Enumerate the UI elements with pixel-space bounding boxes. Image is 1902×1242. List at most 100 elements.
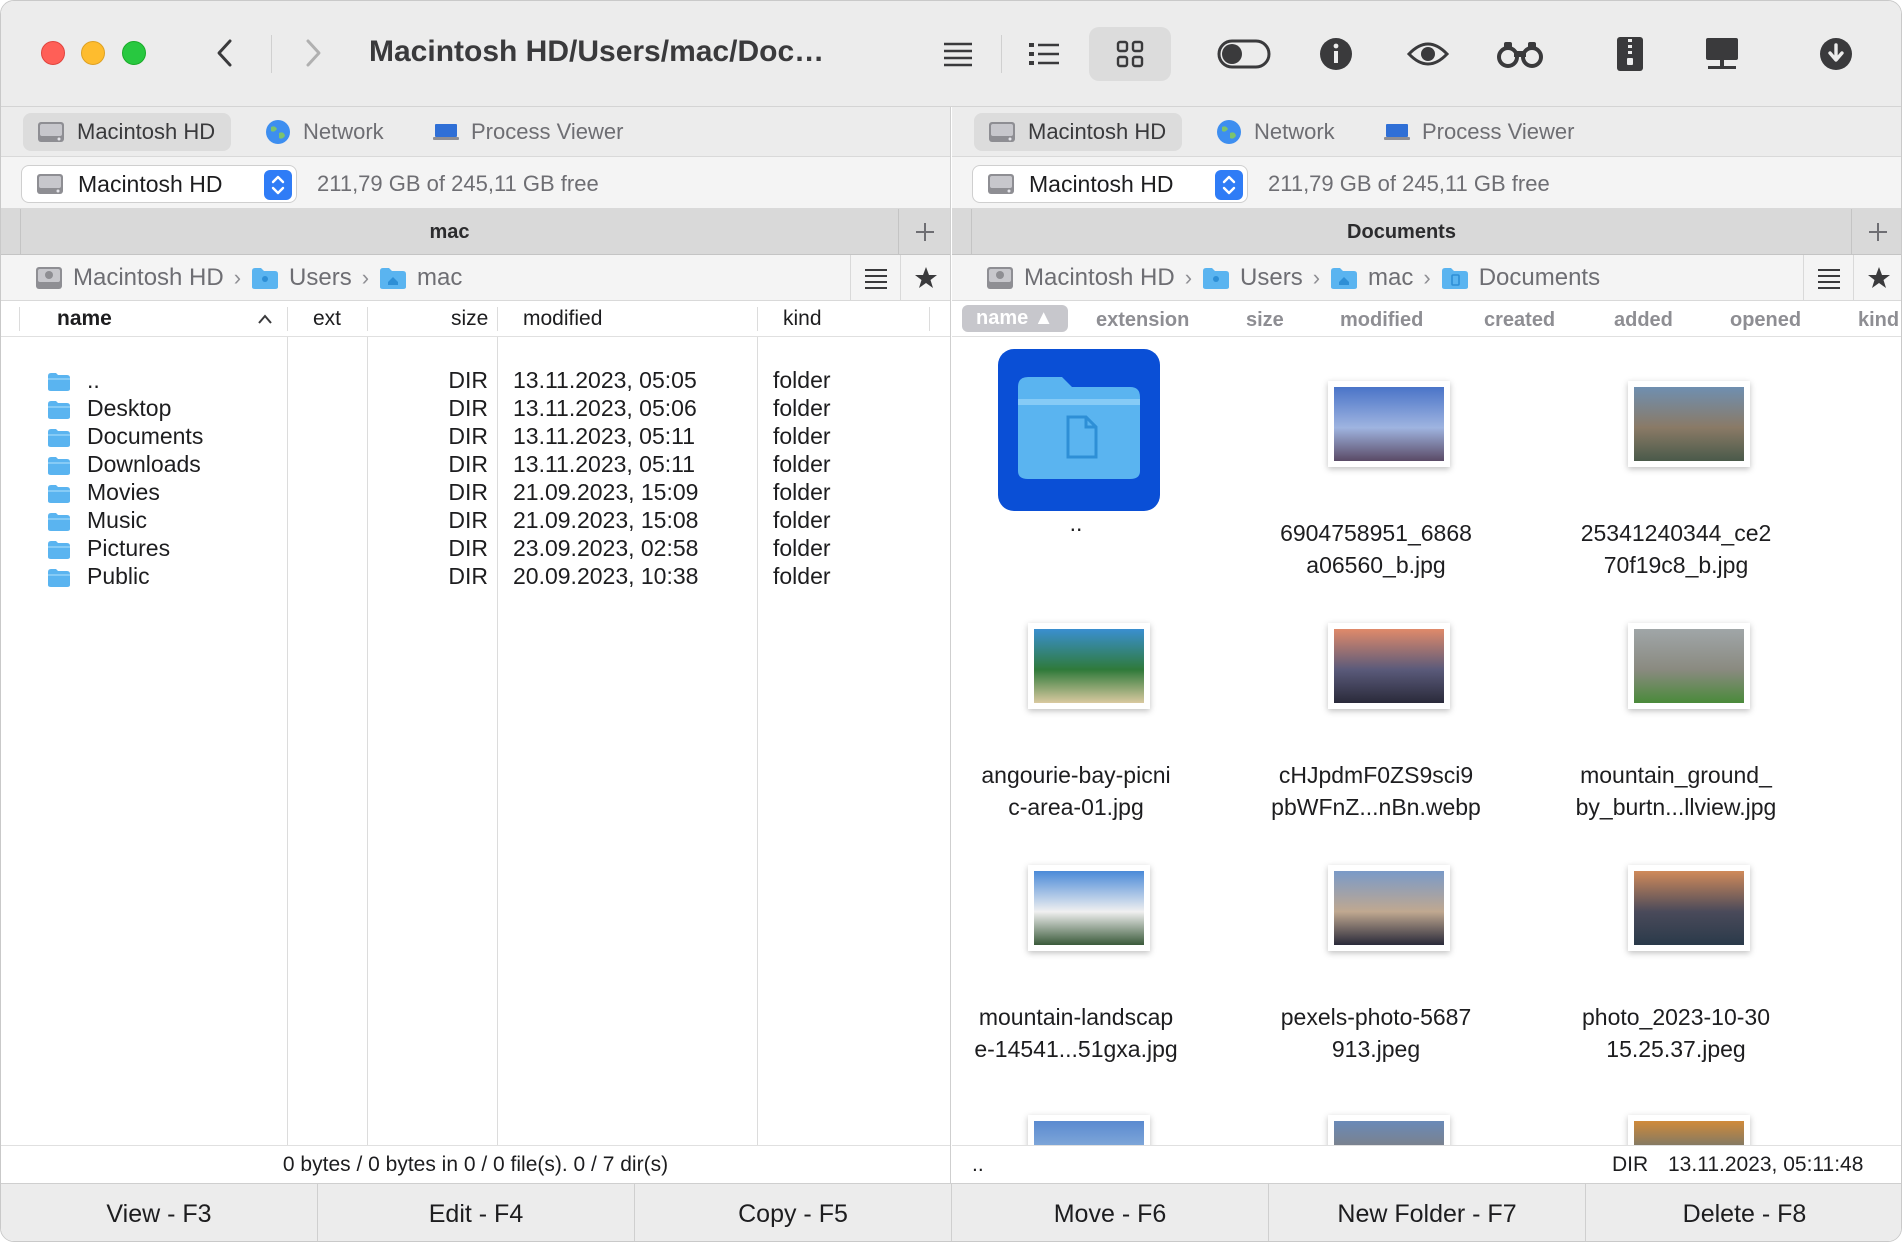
column-created[interactable]: created — [1484, 309, 1555, 332]
breadcrumb: Macintosh HD › Users › mac — [1, 255, 950, 301]
download-button[interactable] — [1795, 27, 1877, 81]
image-thumbnail[interactable] — [1328, 1115, 1450, 1145]
breadcrumb-item[interactable]: mac › — [1330, 264, 1431, 292]
lines-icon — [944, 42, 972, 67]
hidden-files-toggle[interactable] — [1203, 27, 1285, 81]
quick-look-button[interactable] — [1387, 27, 1469, 81]
column-extension[interactable]: extension — [1096, 309, 1189, 332]
file-tile[interactable]: 25341240344_ce2 70f19c8_b.jpg — [1518, 347, 1818, 587]
free-space-label: 211,79 GB of 245,11 GB free — [317, 171, 599, 196]
zoom-window-button[interactable] — [122, 41, 146, 65]
image-thumbnail — [1328, 865, 1450, 951]
breadcrumb-item[interactable]: Macintosh HD › — [986, 264, 1192, 292]
column-name[interactable]: name — [57, 307, 112, 331]
tab-network[interactable]: Network — [251, 113, 400, 151]
column-added[interactable]: added — [1614, 309, 1673, 332]
close-window-button[interactable] — [41, 41, 65, 65]
file-tile[interactable]: mountain-landscap e-14541...51gxa.jpg — [952, 831, 1218, 1071]
volume-select[interactable]: Macintosh HD — [972, 165, 1248, 203]
back-button[interactable] — [205, 31, 245, 75]
network-connect-button[interactable] — [1681, 27, 1763, 81]
info-button[interactable] — [1295, 27, 1377, 81]
image-thumbnail — [1628, 623, 1750, 709]
column-size[interactable]: size — [1246, 309, 1284, 332]
column-size[interactable]: size — [451, 307, 488, 331]
lines-icon — [864, 269, 887, 289]
column-name[interactable]: name ▲ — [962, 305, 1068, 332]
file-name: Music — [87, 507, 148, 533]
volume-stepper[interactable] — [1215, 170, 1243, 200]
brief-view-button[interactable] — [917, 27, 999, 81]
column-modified[interactable]: modified — [523, 307, 602, 331]
search-button[interactable] — [1479, 27, 1561, 81]
updown-chevron-icon — [271, 175, 285, 195]
column-kind[interactable]: kind — [1858, 309, 1899, 332]
function-key-bar: View - F3 Edit - F4 Copy - F5 Move - F6 … — [1, 1183, 1901, 1241]
image-thumbnail — [1328, 623, 1450, 709]
lines-icon — [1817, 269, 1840, 289]
file-kind: folder — [773, 395, 831, 421]
plus-icon — [1868, 223, 1887, 241]
file-tile[interactable]: angourie-bay-picni c-area-01.jpg — [952, 589, 1218, 829]
updown-chevron-icon — [1222, 175, 1236, 195]
new-folder-f7-button[interactable]: New Folder - F7 — [1269, 1184, 1586, 1241]
disk-icon — [988, 174, 1014, 194]
file-tile[interactable]: photo_2023-10-30 15.25.37.jpeg — [1518, 831, 1818, 1071]
edit-f4-button[interactable]: Edit - F4 — [318, 1184, 635, 1241]
file-tile[interactable]: mountain_ground_ by_burtn...llview.jpg — [1518, 589, 1818, 829]
favorites-button[interactable] — [900, 255, 950, 301]
icon-grid: .. 6904758951_6868 a06560_b.jpg 25341240344… — [952, 337, 1901, 1145]
archive-button[interactable] — [1589, 27, 1671, 81]
status-size: DIR — [1612, 1153, 1649, 1176]
breadcrumb-item[interactable]: Users › — [1202, 264, 1320, 292]
tab-process-viewer[interactable]: Process Viewer — [1370, 113, 1590, 151]
toggle-icon — [1217, 39, 1271, 69]
column-modified[interactable]: modified — [1340, 309, 1423, 332]
volume-select[interactable]: Macintosh HD — [21, 165, 297, 203]
column-ext[interactable]: ext — [313, 307, 341, 331]
forward-button[interactable] — [293, 31, 333, 75]
chevron-left-icon — [217, 39, 232, 67]
breadcrumb-item[interactable]: mac — [379, 264, 462, 292]
icon-view-button[interactable] — [1089, 27, 1171, 81]
eye-icon — [1407, 42, 1449, 66]
new-tab-button[interactable] — [1851, 209, 1901, 255]
file-kind: folder — [773, 535, 831, 561]
column-kind[interactable]: kind — [783, 307, 822, 331]
file-label: 6904758951_6868 a06560_b.jpg — [1280, 520, 1472, 578]
path-list-button[interactable] — [1803, 255, 1853, 301]
image-thumbnail[interactable] — [1028, 1115, 1150, 1145]
tab-network[interactable]: Network — [1202, 113, 1351, 151]
file-name: Pictures — [87, 535, 171, 561]
column-opened[interactable]: opened — [1730, 309, 1801, 332]
list-view-button[interactable] — [1003, 27, 1085, 81]
table-row[interactable]: Public DIR 20.09.2023, 10:38 folder — [1, 559, 950, 593]
view-f3-button[interactable]: View - F3 — [1, 1184, 318, 1241]
minimize-window-button[interactable] — [81, 41, 105, 65]
breadcrumb-item[interactable]: Users › — [251, 264, 369, 292]
copy-f5-button[interactable]: Copy - F5 — [635, 1184, 952, 1241]
breadcrumb-item[interactable]: Macintosh HD › — [35, 264, 241, 292]
network-drive-icon — [1706, 38, 1738, 69]
tab-macintosh-hd[interactable]: Macintosh HD — [974, 113, 1183, 151]
file-name: Public — [87, 563, 150, 589]
file-kind: folder — [773, 479, 831, 505]
tab-process-viewer[interactable]: Process Viewer — [419, 113, 639, 151]
favorites-button[interactable] — [1853, 255, 1901, 301]
breadcrumb: Macintosh HD › Users › mac › Documents — [952, 255, 1901, 301]
globe-icon — [1217, 120, 1241, 144]
image-thumbnail[interactable] — [1628, 1115, 1750, 1145]
tab-macintosh-hd[interactable]: Macintosh HD — [23, 113, 232, 151]
file-tile[interactable]: pexels-photo-5687 913.jpeg — [1218, 831, 1518, 1071]
info-icon — [1320, 38, 1352, 70]
parent-folder-tile[interactable]: .. — [952, 347, 1218, 587]
new-tab-button[interactable] — [898, 209, 950, 255]
grid-icon — [1116, 40, 1144, 68]
move-f6-button[interactable]: Move - F6 — [952, 1184, 1269, 1241]
volume-stepper[interactable] — [264, 170, 292, 200]
file-tile[interactable]: cHJpdmF0ZS9sci9 pbWFnZ...nBn.webp — [1218, 589, 1518, 829]
breadcrumb-item[interactable]: Documents — [1441, 264, 1600, 292]
delete-f8-button[interactable]: Delete - F8 — [1586, 1184, 1901, 1241]
file-tile[interactable]: 6904758951_6868 a06560_b.jpg — [1218, 347, 1518, 587]
path-list-button[interactable] — [850, 255, 900, 301]
